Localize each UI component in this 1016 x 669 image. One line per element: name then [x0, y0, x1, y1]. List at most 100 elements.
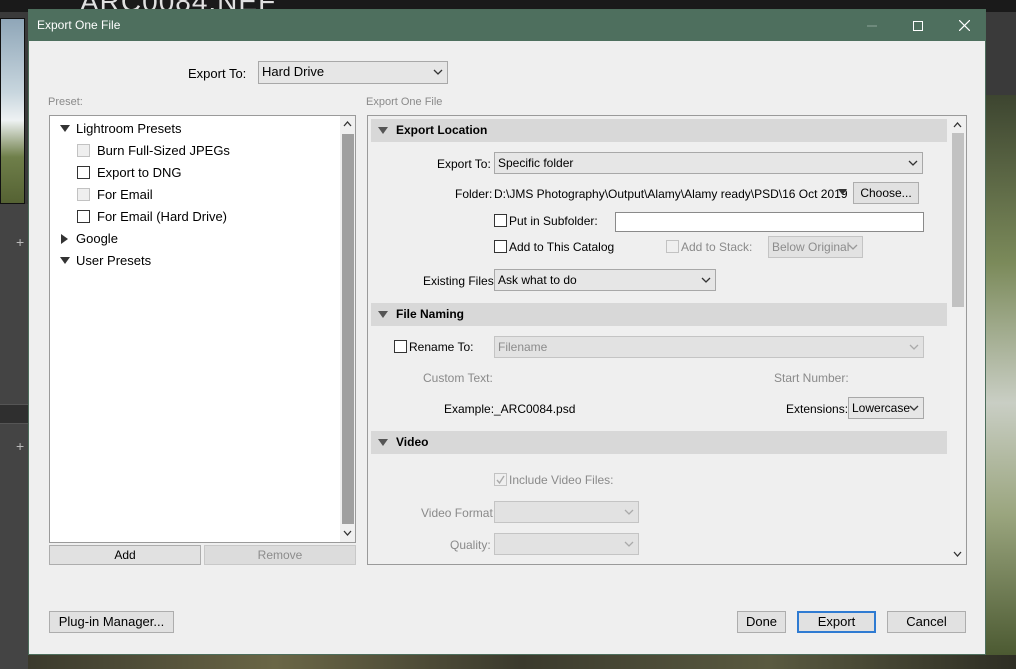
export-to-label: Export To:	[188, 66, 247, 81]
rename-label: Rename To:	[409, 340, 474, 354]
scroll-down-icon	[953, 551, 962, 557]
stack-position-select: Below Original	[768, 236, 863, 258]
close-icon	[958, 20, 970, 31]
export-to-value: Hard Drive	[262, 64, 325, 79]
subfolder-label: Put in Subfolder:	[509, 214, 598, 228]
preset-checkbox[interactable]	[77, 166, 90, 179]
preset-label: Preset:	[48, 96, 83, 108]
extensions-label: Extensions:	[786, 402, 849, 416]
minimize-button[interactable]	[849, 10, 895, 41]
section-header-video[interactable]: Video	[371, 431, 947, 454]
settings-scrollbar[interactable]	[950, 117, 965, 563]
quality-label: Quality:	[450, 538, 491, 552]
add-to-catalog-checkbox[interactable]	[494, 240, 507, 253]
folder-label: Folder:	[455, 187, 493, 201]
scroll-up-icon	[953, 122, 962, 128]
add-to-stack-checkbox	[666, 240, 679, 253]
existing-files-select[interactable]: Ask what to do	[494, 269, 716, 291]
dialog-titlebar[interactable]: Export One File	[29, 10, 985, 41]
example-value: _ARC0084.psd	[494, 402, 576, 416]
collapse-triangle-icon[interactable]	[61, 234, 68, 244]
chevron-down-icon	[701, 277, 711, 283]
background-photo-thumbnail	[0, 18, 25, 204]
chevron-down-icon	[433, 69, 443, 75]
existing-files-value: Ask what to do	[498, 273, 577, 287]
background-filmstrip	[28, 655, 1016, 669]
preset-item-for-email[interactable]: For Email	[97, 187, 153, 202]
preset-checkbox[interactable]	[77, 210, 90, 223]
add-preset-button[interactable]: Add	[49, 545, 201, 565]
remove-preset-button: Remove	[204, 545, 356, 565]
extensions-select[interactable]: Lowercase	[848, 397, 924, 419]
start-number-label: Start Number:	[774, 371, 849, 385]
preset-group-google[interactable]: Google	[76, 231, 118, 246]
scroll-down-icon	[343, 530, 352, 536]
background-panel-band	[0, 404, 28, 424]
plus-icon[interactable]: +	[16, 438, 24, 454]
preset-scrollbar[interactable]	[340, 116, 355, 542]
add-to-catalog-label: Add to This Catalog	[509, 240, 615, 254]
close-button[interactable]	[941, 10, 987, 41]
include-video-label: Include Video Files:	[509, 473, 614, 487]
cancel-button[interactable]: Cancel	[887, 611, 966, 633]
video-format-select	[494, 501, 639, 523]
minimize-icon	[867, 25, 877, 26]
export-dialog: Export One File Export To: Hard Drive Pr…	[28, 9, 986, 655]
export-button[interactable]: Export	[797, 611, 876, 633]
maximize-button[interactable]	[895, 10, 941, 41]
settings-heading: Export One File	[366, 96, 443, 108]
expand-triangle-icon	[378, 439, 388, 446]
extensions-value: Lowercase	[852, 401, 911, 415]
checkmark-icon	[496, 475, 505, 485]
preset-checkbox	[77, 144, 90, 157]
preset-item-export-dng[interactable]: Export to DNG	[97, 165, 182, 180]
example-label: Example:	[444, 402, 495, 416]
quality-select	[494, 533, 639, 555]
subfolder-checkbox[interactable]	[494, 214, 507, 227]
section-header-file-naming[interactable]: File Naming	[371, 303, 947, 326]
chevron-down-icon	[908, 160, 918, 166]
expand-triangle-icon	[378, 127, 388, 134]
section-title: Video	[396, 435, 429, 449]
plugin-manager-button[interactable]: Plug-in Manager...	[49, 611, 174, 633]
export-settings-panel: Export Location Export To: Specific fold…	[367, 115, 967, 565]
settings-scroll-thumb[interactable]	[952, 133, 964, 307]
preset-item-for-email-hd[interactable]: For Email (Hard Drive)	[97, 209, 227, 224]
rename-template-select: Filename	[494, 336, 924, 358]
preset-group-user[interactable]: User Presets	[76, 253, 151, 268]
chevron-down-icon	[909, 405, 919, 411]
subfolder-input[interactable]	[615, 212, 924, 232]
chevron-down-icon	[624, 509, 634, 515]
preset-group-lightroom[interactable]: Lightroom Presets	[76, 121, 182, 136]
preset-list: Lightroom Presets Burn Full-Sized JPEGs …	[49, 115, 356, 543]
expand-triangle-icon[interactable]	[60, 125, 70, 132]
maximize-icon	[913, 20, 923, 31]
existing-files-label: Existing Files:	[423, 274, 498, 288]
chevron-down-icon	[909, 344, 919, 350]
chevron-down-icon	[624, 541, 634, 547]
dialog-title: Export One File	[37, 18, 121, 32]
section-title: File Naming	[396, 307, 465, 321]
folder-path: D:\JMS Photography\Output\Alamy\Alamy re…	[494, 187, 848, 201]
section-title: Export Location	[396, 123, 488, 137]
preset-scroll-thumb[interactable]	[342, 134, 354, 524]
location-export-to-select[interactable]: Specific folder	[494, 152, 923, 174]
rename-template-value: Filename	[498, 340, 548, 354]
video-format-label: Video Format:	[421, 506, 497, 520]
stack-position-value: Below Original	[772, 240, 850, 254]
scroll-up-icon	[343, 121, 352, 127]
location-export-to-value: Specific folder	[498, 156, 574, 170]
preset-checkbox	[77, 188, 90, 201]
expand-triangle-icon[interactable]	[60, 257, 70, 264]
rename-checkbox[interactable]	[394, 340, 407, 353]
section-header-export-location[interactable]: Export Location	[371, 119, 947, 142]
include-video-checkbox	[494, 473, 507, 486]
background-left-panel: + +	[0, 204, 28, 669]
preset-item-burn-jpegs[interactable]: Burn Full-Sized JPEGs	[97, 143, 230, 158]
folder-history-dropdown-icon[interactable]	[838, 189, 847, 196]
done-button[interactable]: Done	[737, 611, 786, 633]
choose-folder-button[interactable]: Choose...	[853, 182, 919, 204]
add-to-stack-label: Add to Stack:	[681, 240, 753, 254]
plus-icon[interactable]: +	[16, 234, 24, 250]
export-to-select[interactable]: Hard Drive	[258, 61, 448, 84]
